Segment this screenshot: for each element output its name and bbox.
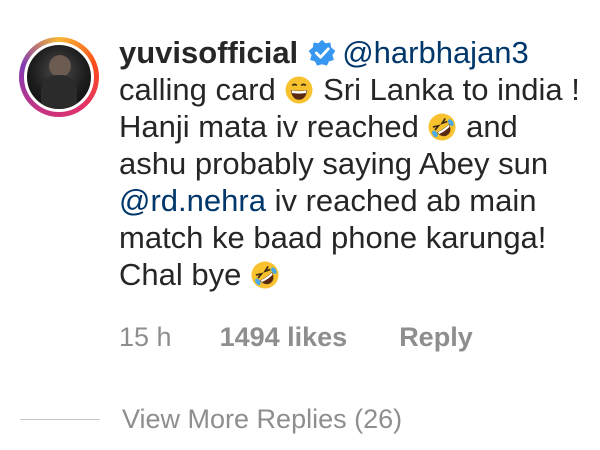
comment-text-part-1: calling card	[119, 72, 276, 107]
rolling-on-floor-laughing-emoji-icon	[251, 261, 279, 289]
avatar-story-ring[interactable]	[19, 37, 99, 117]
comment: yuvisofficial @harbhajan3 calling card Sr…	[0, 0, 600, 450]
view-more-replies-row[interactable]: View More Replies (26)	[20, 404, 402, 435]
reply-button[interactable]: Reply	[399, 322, 473, 353]
comment-likes[interactable]: 1494 likes	[220, 322, 348, 353]
avatar-head	[49, 55, 71, 77]
rolling-on-floor-laughing-emoji-icon	[428, 113, 456, 141]
mention-harbhajan3[interactable]: @harbhajan3	[342, 35, 529, 70]
mention-rd-nehra[interactable]: @rd.nehra	[119, 183, 266, 218]
avatar[interactable]	[24, 42, 94, 112]
comment-timestamp[interactable]: 15 h	[119, 322, 172, 353]
comment-meta: 15 h 1494 likes Reply	[119, 322, 473, 353]
avatar-body	[41, 75, 77, 109]
replies-divider	[20, 419, 100, 420]
username-link[interactable]: yuvisofficial	[119, 35, 298, 70]
view-more-replies-button[interactable]: View More Replies (26)	[122, 404, 402, 434]
comment-text: yuvisofficial @harbhajan3 calling card Sr…	[119, 34, 589, 293]
grinning-face-emoji-icon	[285, 76, 313, 104]
verified-badge-icon	[308, 39, 336, 66]
